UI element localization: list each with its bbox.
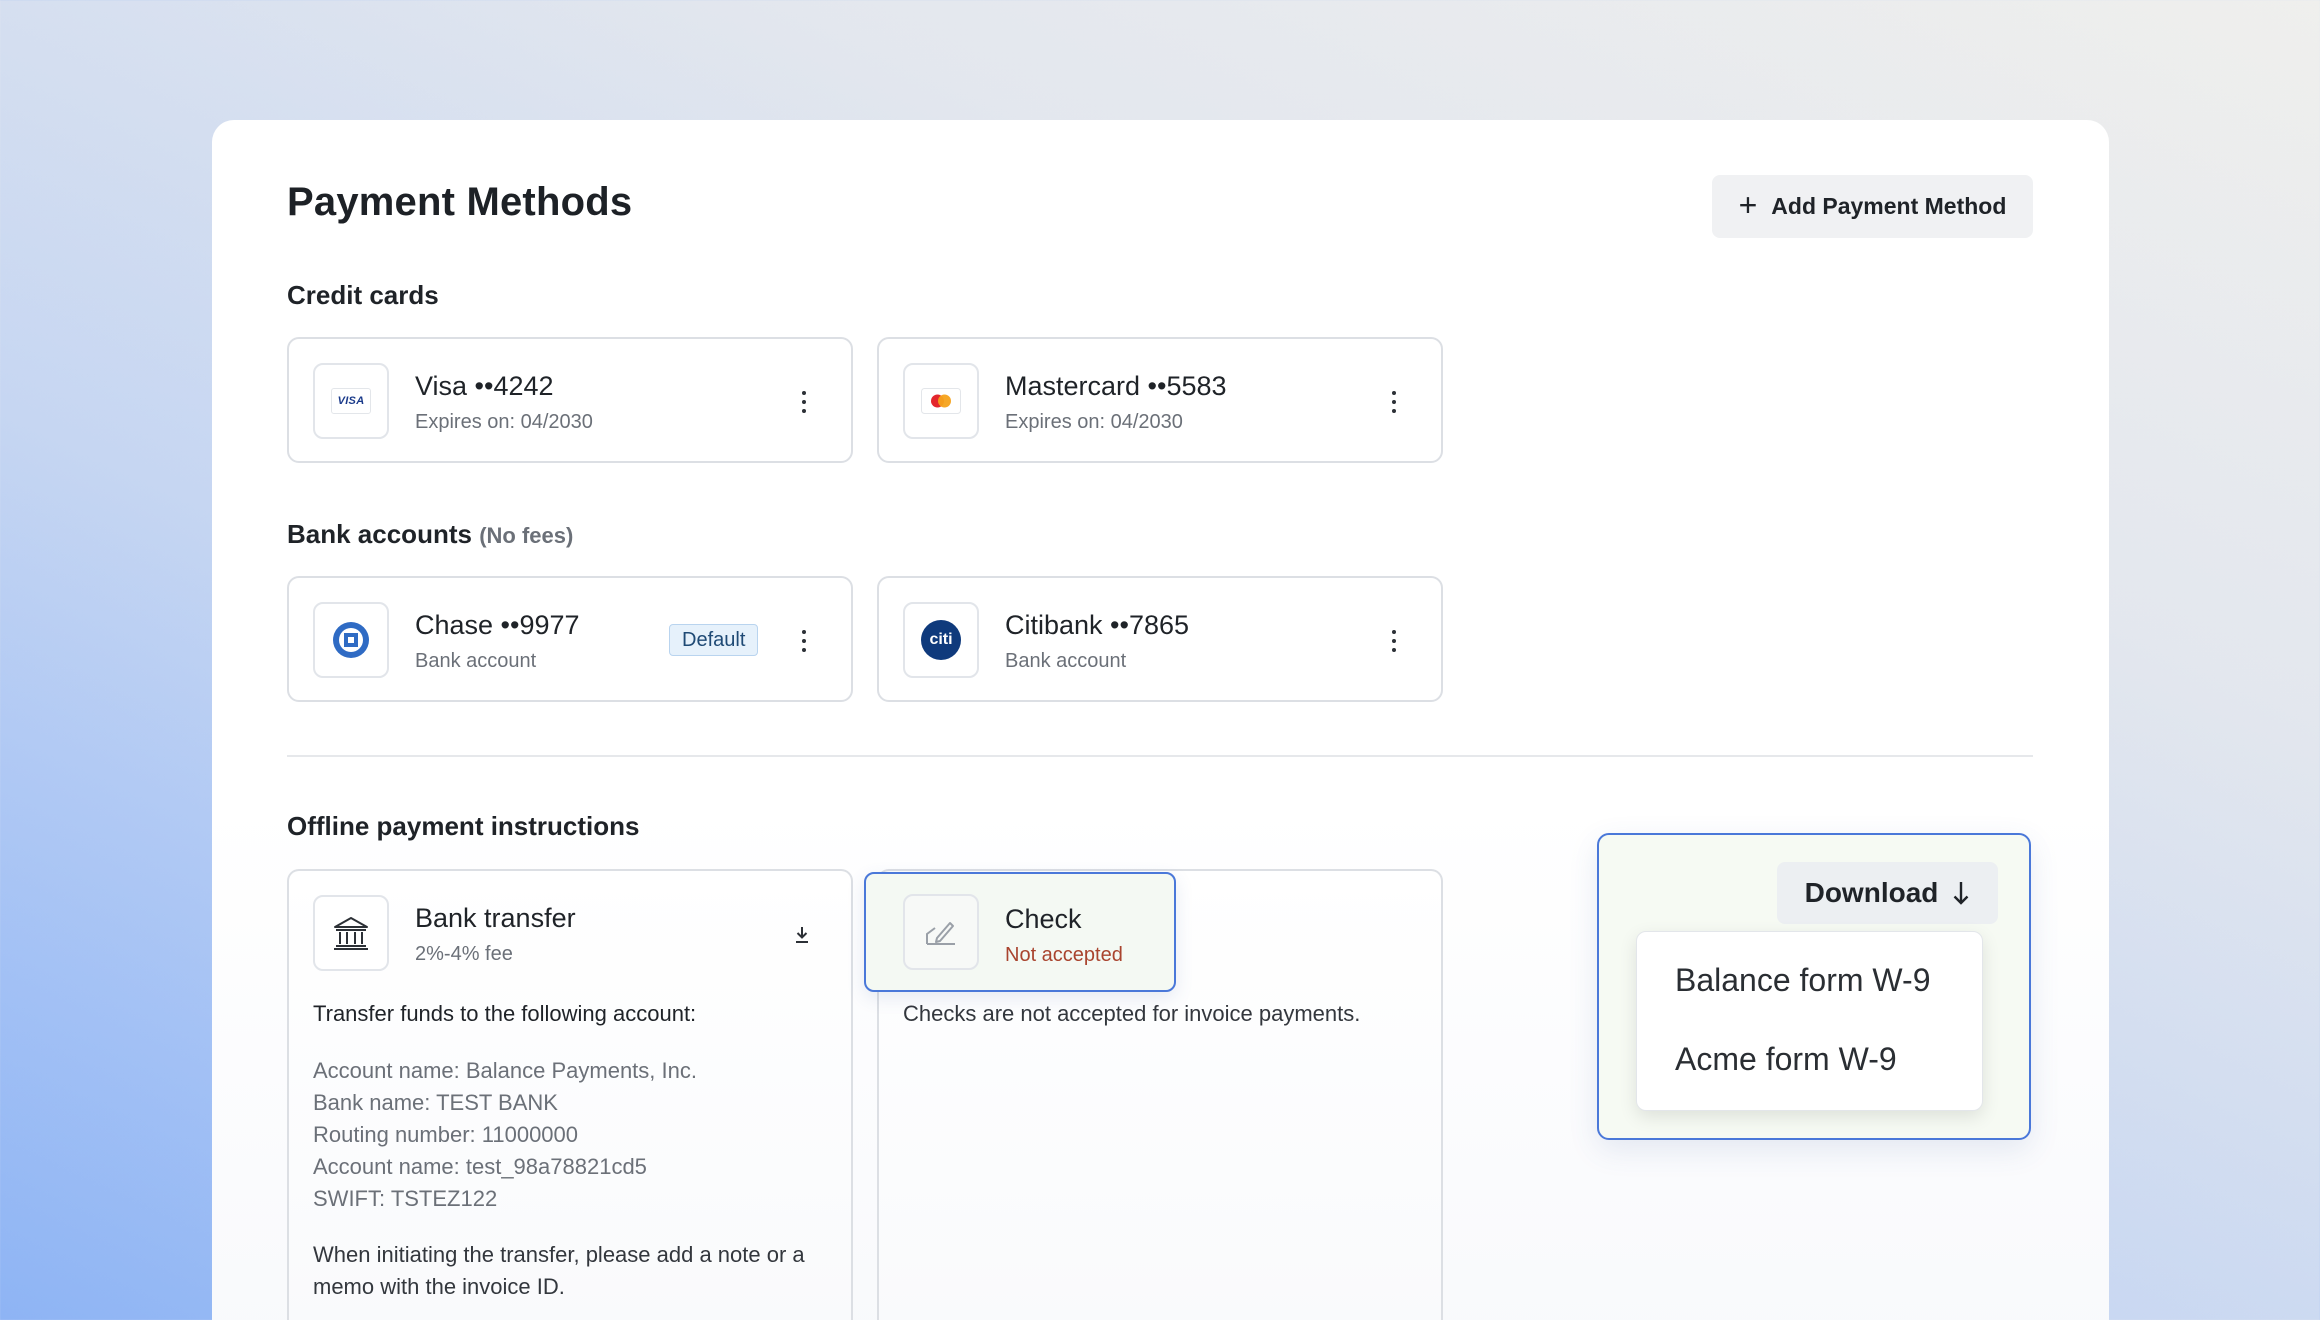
chase-logo-icon: [313, 602, 389, 678]
check-note: Checks are not accepted for invoice paym…: [903, 1001, 1361, 1026]
account-detail-line: Routing number: 11000000: [313, 1122, 579, 1147]
bank-citibank[interactable]: citi Citibank ••7865 Bank account: [877, 576, 1443, 702]
more-options-icon[interactable]: [799, 630, 809, 652]
page-title: Payment Methods: [287, 180, 633, 224]
card-expiry: Expires on: 04/2030: [415, 411, 593, 433]
transfer-intro: Transfer funds to the following account:: [313, 1001, 697, 1026]
menu-item-acme-w9[interactable]: Acme form W-9: [1675, 1041, 1897, 1078]
account-details: Account name: Balance Payments, Inc. Ban…: [313, 1055, 697, 1215]
account-detail-line: Account name: Balance Payments, Inc.: [313, 1058, 697, 1083]
citi-logo-icon: citi: [903, 602, 979, 678]
download-label: Download: [1804, 877, 1939, 908]
card-expiry: Expires on: 04/2030: [1005, 411, 1183, 433]
download-dropdown-panel: Download Balance form W-9 Acme form W-9: [1597, 833, 2031, 1140]
account-detail-line: SWIFT: TSTEZ122: [313, 1186, 498, 1211]
card-mastercard[interactable]: Mastercard ••5583 Expires on: 04/2030: [877, 337, 1443, 463]
account-detail-line: Account name: test_98a78821cd5: [313, 1154, 647, 1179]
add-payment-method-button[interactable]: + Add Payment Method: [1712, 175, 2033, 238]
section-divider: [287, 755, 2033, 757]
default-badge: Default: [669, 624, 759, 656]
card-type: Bank account: [1005, 650, 1127, 672]
check-pen-icon: [903, 894, 979, 970]
download-menu: Balance form W-9 Acme form W-9: [1636, 931, 1983, 1111]
bank-accounts-heading: Bank accounts (No fees): [287, 519, 574, 549]
plus-icon: +: [1738, 187, 1758, 223]
not-accepted-status: Not accepted: [1005, 944, 1123, 966]
bank-chase[interactable]: Chase ••9977 Bank account Default: [287, 576, 853, 702]
credit-cards-heading: Credit cards: [287, 280, 439, 310]
visa-logo-icon: VISA: [313, 363, 389, 439]
card-visa[interactable]: VISA Visa ••4242 Expires on: 04/2030: [287, 337, 853, 463]
card-name: Bank transfer: [415, 903, 576, 933]
transfer-memo-note: When initiating the transfer, please add…: [313, 1242, 805, 1299]
account-detail-line: Bank name: TEST BANK: [313, 1090, 558, 1115]
mastercard-logo-icon: [903, 363, 979, 439]
card-name: Visa ••4242: [415, 371, 554, 401]
arrow-down-icon: [1954, 882, 1969, 905]
card-type: Bank account: [415, 650, 537, 672]
card-name: Mastercard ••5583: [1005, 371, 1227, 401]
download-button[interactable]: Download: [1777, 862, 1998, 924]
more-options-icon[interactable]: [1389, 630, 1399, 652]
fee-note: 2%-4% fee: [415, 943, 513, 965]
bank-transfer-card: Bank transfer 2%-4% fee Transfer funds t…: [287, 869, 853, 1320]
offline-instructions-heading: Offline payment instructions: [287, 811, 640, 841]
menu-item-balance-w9[interactable]: Balance form W-9: [1675, 962, 1931, 999]
download-icon[interactable]: [793, 925, 811, 945]
check-header-highlight: Check Not accepted: [864, 872, 1176, 992]
bank-building-icon: [313, 895, 389, 971]
card-name: Citibank ••7865: [1005, 610, 1190, 640]
add-payment-method-label: Add Payment Method: [1771, 193, 2007, 219]
card-name: Check: [1005, 904, 1082, 934]
more-options-icon[interactable]: [1389, 391, 1399, 413]
card-name: Chase ••9977: [415, 610, 580, 640]
no-fees-note: (No fees): [479, 523, 574, 548]
more-options-icon[interactable]: [799, 391, 809, 413]
